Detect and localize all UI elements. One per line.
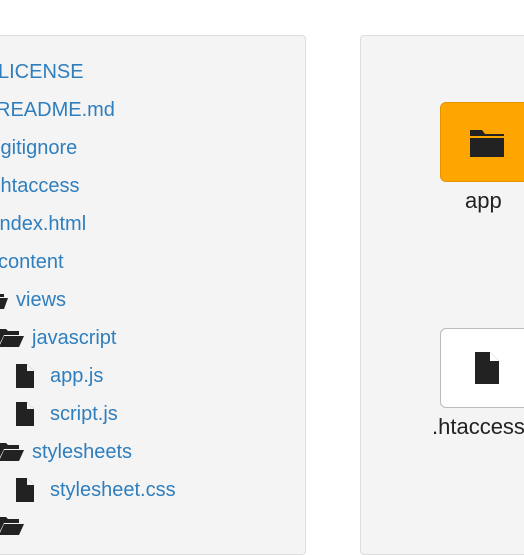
tree-item-label: content (0, 251, 64, 273)
tree-item-label: app.js (50, 365, 104, 387)
tree-item-gitignore[interactable]: .gitignore (0, 134, 77, 162)
folder-open-icon (0, 442, 24, 462)
tree-item-readme[interactable]: README.md (0, 96, 115, 124)
tree-item-label: .htaccess (0, 175, 80, 197)
folder-icon (470, 127, 504, 157)
tree-item-partial-folder[interactable] (0, 512, 32, 540)
folder-tile-app[interactable] (440, 102, 524, 182)
tree-item-stylesheets[interactable]: stylesheets (0, 438, 132, 466)
tree-item-script-js[interactable]: script.js (16, 400, 118, 428)
file-icon (16, 364, 34, 388)
tree-item-license[interactable]: LICENSE (0, 58, 84, 86)
tree-item-app-js[interactable]: app.js (16, 362, 103, 390)
file-icon (16, 478, 34, 502)
tree-item-label: views (16, 289, 67, 311)
tile-label: app (465, 188, 502, 213)
tree-item-label: script.js (50, 403, 118, 425)
folder-open-icon (0, 516, 24, 536)
tree-item-label: .gitignore (0, 137, 78, 159)
tree-item-index-html[interactable]: index.html (0, 210, 86, 238)
tree-item-htaccess[interactable]: .htaccess (0, 172, 79, 200)
file-icon (16, 402, 34, 426)
tree-item-label: stylesheet.css (50, 479, 176, 501)
tree-item-label: LICENSE (0, 61, 84, 83)
tree-item-label: README.md (0, 99, 115, 121)
tree-item-stylesheet-css[interactable]: stylesheet.css (16, 476, 176, 504)
file-icon (475, 352, 499, 384)
folder-open-icon (0, 290, 8, 310)
tree-item-javascript[interactable]: javascript (0, 324, 116, 352)
tree-item-label: stylesheets (32, 441, 133, 463)
tree-item-views[interactable]: views (0, 286, 66, 314)
tree-item-content[interactable]: content (0, 248, 64, 276)
file-tile-htaccess[interactable] (440, 328, 524, 408)
tree-item-label: index.html (0, 213, 87, 235)
tile-label: .htaccess (432, 414, 524, 439)
tree-item-label: javascript (32, 327, 117, 349)
folder-open-icon (0, 328, 24, 348)
